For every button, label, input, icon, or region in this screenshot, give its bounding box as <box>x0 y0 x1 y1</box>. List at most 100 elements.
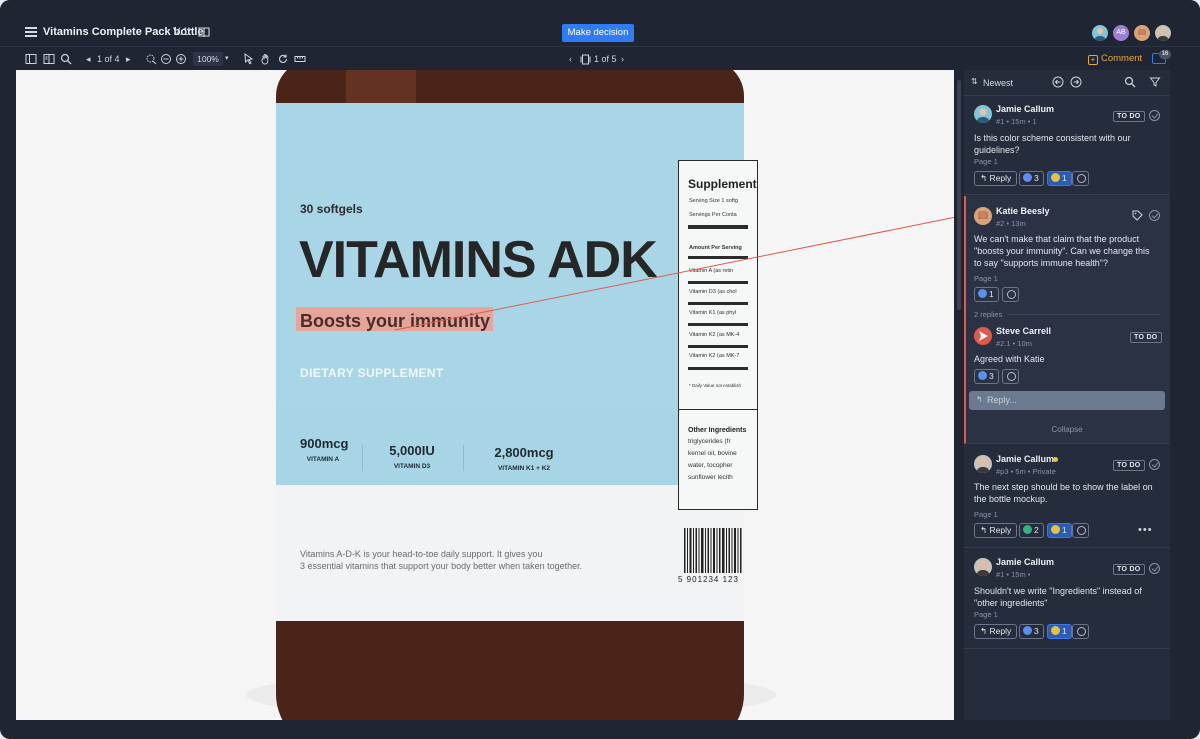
reaction-thumbs-up[interactable]: 3 <box>1019 171 1044 186</box>
stat-label: VITAMIN K1 + K2 <box>497 465 551 472</box>
resolve-check-icon[interactable] <box>1149 110 1160 121</box>
collapse-button[interactable]: Collapse <box>966 425 1168 434</box>
tag-icon[interactable] <box>1132 210 1143 221</box>
reaction-count: 1 <box>989 289 994 299</box>
divider <box>362 445 363 471</box>
product-description: Vitamins A-D-K is your head-to-toe daily… <box>300 548 600 572</box>
reaction-lightbulb[interactable]: 1 <box>1047 523 1072 538</box>
zoom-level[interactable]: 100% <box>193 52 223 66</box>
stat-vitamin-a: 900mcg VITAMIN A <box>300 436 349 463</box>
more-options-icon[interactable]: ••• <box>1138 524 1153 536</box>
make-decision-button[interactable]: Make decision <box>562 24 634 42</box>
product-tagline: Boosts your immunity <box>300 311 491 331</box>
reaction-count: 3 <box>989 371 994 381</box>
sort-icon[interactable]: ⇅ <box>971 77 978 86</box>
select-cursor-icon[interactable] <box>243 53 255 65</box>
stat-value: 900mcg <box>300 436 349 451</box>
comment-body: We can't make that claim that the produc… <box>974 234 1150 268</box>
compare-view-icon[interactable] <box>43 53 55 65</box>
next-comment-icon[interactable] <box>1070 76 1082 88</box>
reply-label: Reply <box>989 626 1012 636</box>
add-reaction-icon[interactable] <box>1002 369 1019 384</box>
status-badge[interactable]: TO DO <box>1130 332 1162 343</box>
add-reaction-icon[interactable] <box>1072 523 1089 538</box>
divider <box>688 323 748 326</box>
pages-icon[interactable] <box>580 54 591 65</box>
resolve-check-icon[interactable] <box>1149 563 1160 574</box>
status-badge[interactable]: TO DO <box>1113 564 1145 575</box>
supplement-fact-line: * Daily Value not establish <box>689 383 741 388</box>
add-reaction-icon[interactable] <box>1072 624 1089 639</box>
document-canvas[interactable]: 30 softgels VITAMINS ADK Boosts your imm… <box>16 70 954 720</box>
ruler-icon[interactable] <box>294 53 306 65</box>
divider <box>688 367 748 370</box>
hamburger-menu-icon[interactable] <box>25 27 37 37</box>
scrollbar-thumb[interactable] <box>957 80 961 310</box>
search-icon[interactable] <box>1124 76 1136 88</box>
reaction-count: 3 <box>1034 626 1039 636</box>
zoom-fit-icon[interactable] <box>145 53 157 65</box>
supplement-fact-line: Vitamin K1 (as phyl <box>689 310 737 316</box>
supplement-fact-line: Amount Per Serving <box>689 245 742 251</box>
reply-label: Reply <box>989 525 1012 535</box>
reply-button[interactable]: ↰ Reply <box>974 523 1018 538</box>
reply-body: Agreed with Katie <box>974 354 1045 364</box>
supplement-facts-title: Supplement <box>688 177 757 191</box>
next-file-icon[interactable]: › <box>621 54 624 64</box>
reaction-thumbs-up[interactable]: 1 <box>974 287 999 302</box>
ingredient-line: kernel oil, bovine <box>688 450 737 457</box>
reaction-thumbs-up[interactable]: 3 <box>1019 624 1044 639</box>
stat-vitamin-d3: 5,000IU VITAMIN D3 <box>384 443 440 470</box>
reply-label: Reply <box>989 173 1012 183</box>
reaction-thumbs-up[interactable]: 3 <box>974 369 999 384</box>
resolve-check-icon[interactable] <box>1149 210 1160 221</box>
previous-file-icon[interactable]: ‹ <box>569 54 572 64</box>
divider <box>688 256 748 259</box>
status-badge[interactable]: TO DO <box>1113 111 1145 122</box>
add-comment-button[interactable]: + Comment <box>1088 53 1142 65</box>
sort-dropdown[interactable]: Newest <box>983 78 1013 88</box>
zoom-dropdown-icon[interactable]: ▾ <box>225 54 229 62</box>
status-badge[interactable]: TO DO <box>1113 460 1145 471</box>
reaction-approve[interactable]: 2 <box>1019 523 1044 538</box>
add-reaction-icon[interactable] <box>1002 287 1019 302</box>
comment-body: The next step should be to show the labe… <box>974 482 1153 504</box>
thumbs-up-icon <box>1023 626 1032 635</box>
avatar[interactable]: AB <box>1112 24 1130 42</box>
stat-label: VITAMIN A <box>306 456 340 463</box>
divider <box>688 302 748 305</box>
file-set-indicator: 1 of 5 <box>594 54 617 64</box>
hand-pan-icon[interactable] <box>260 53 272 65</box>
search-icon[interactable] <box>60 53 72 65</box>
comment-author: Jamie Callum <box>996 104 1055 114</box>
description-line: 3 essential vitamins that support your b… <box>300 561 583 571</box>
avatar[interactable] <box>1133 24 1151 42</box>
supplement-fact-line: Serving Size 1 softg <box>689 198 738 204</box>
thumbs-up-icon <box>978 371 987 380</box>
previous-comment-icon[interactable] <box>1052 76 1064 88</box>
reply-button[interactable]: ↰ Reply <box>974 624 1018 639</box>
avatar[interactable] <box>1091 24 1109 42</box>
next-page-icon[interactable]: ▸ <box>126 54 131 65</box>
filter-icon[interactable] <box>1149 76 1161 88</box>
divider <box>688 281 748 284</box>
zoom-in-icon[interactable] <box>175 53 187 65</box>
caret-down-icon[interactable]: ▾ <box>187 26 191 35</box>
checkmark-icon <box>1023 525 1032 534</box>
zoom-out-icon[interactable] <box>160 53 172 65</box>
supplement-fact-line: Vitamin D3 (as chol <box>689 289 737 295</box>
rotate-icon[interactable] <box>277 53 289 65</box>
sidebar-toggle-icon[interactable] <box>25 53 37 65</box>
reply-input[interactable]: Reply... <box>969 391 1165 410</box>
supplement-fact-line: Servings Per Conta <box>689 212 737 218</box>
reaction-lightbulb[interactable]: 1 <box>1047 624 1072 639</box>
add-reaction-icon[interactable] <box>1072 171 1089 186</box>
reaction-lightbulb[interactable]: 1 <box>1047 171 1072 186</box>
ingredient-line: triglycerides (fr <box>688 438 731 445</box>
book-icon[interactable] <box>198 26 210 38</box>
comment-meta: #p3 • 5m • Private <box>996 467 1056 476</box>
avatar[interactable] <box>1154 24 1172 42</box>
previous-page-icon[interactable]: ◂ <box>86 54 91 65</box>
reply-button[interactable]: ↰ Reply <box>974 171 1018 186</box>
resolve-check-icon[interactable] <box>1149 459 1160 470</box>
